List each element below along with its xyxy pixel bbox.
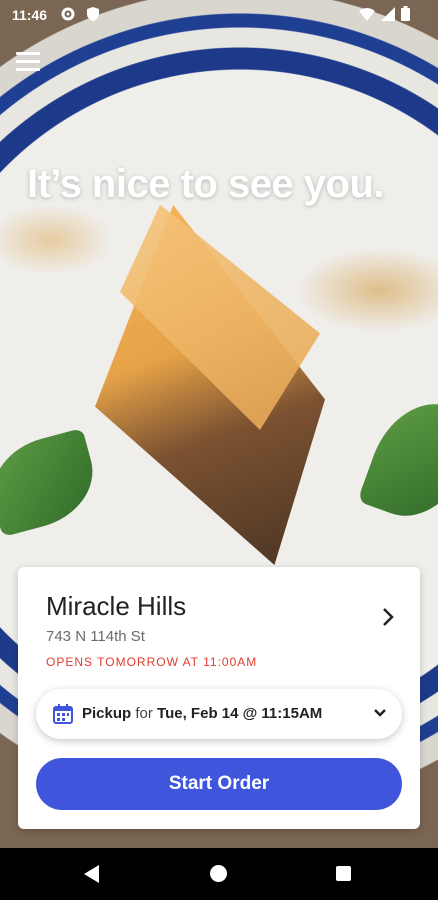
- signal-icon: [381, 6, 395, 21]
- chevron-right-icon[interactable]: [380, 607, 396, 627]
- calendar-icon: [53, 704, 73, 724]
- system-nav-bar: [0, 848, 438, 900]
- shield-icon: [86, 6, 100, 22]
- pickup-time-selector[interactable]: Pickup for Tue, Feb 14 @ 11:15AM: [36, 689, 402, 739]
- home-icon[interactable]: [210, 865, 227, 882]
- mint-leaf-left: [0, 427, 105, 538]
- store-name: Miracle Hills: [46, 591, 187, 621]
- status-time: 11:46: [12, 7, 48, 23]
- store-status: OPENS TOMORROW AT 11:00AM: [46, 655, 258, 669]
- battery-icon: [401, 6, 410, 21]
- start-order-button[interactable]: Start Order: [36, 758, 402, 810]
- store-card[interactable]: Miracle Hills 743 N 114th St OPENS TOMOR…: [18, 567, 420, 829]
- back-icon[interactable]: [84, 865, 100, 883]
- hamburger-menu-icon[interactable]: [16, 52, 40, 72]
- chevron-down-icon: [374, 708, 386, 718]
- pickup-connector: for: [135, 705, 153, 722]
- status-bar: 11:46: [0, 0, 438, 30]
- mint-leaf-right: [357, 388, 438, 532]
- recent-apps-icon[interactable]: [336, 866, 351, 881]
- page-title: It’s nice to see you.: [27, 162, 385, 206]
- wifi-icon: [359, 7, 375, 21]
- pickup-mode: Pickup: [82, 705, 132, 722]
- gear-icon: [60, 6, 76, 22]
- pickup-datetime: Tue, Feb 14 @ 11:15AM: [157, 705, 323, 722]
- store-address: 743 N 114th St: [46, 628, 145, 645]
